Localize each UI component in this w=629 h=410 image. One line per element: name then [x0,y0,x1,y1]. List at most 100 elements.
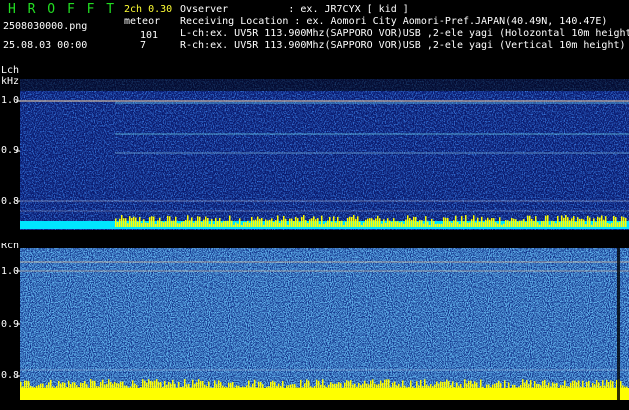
lch-signal-bar [397,221,399,227]
rch-signal-bar [232,382,234,390]
lch-signal-bar [581,218,583,227]
lch-signal-bar [567,217,569,227]
rch-signal-bar [474,381,476,390]
rch-signal-bar [352,384,354,390]
lch-signal-bar [493,218,495,227]
rch-signal-bar [178,381,180,390]
rch-signal-bar [622,385,624,390]
lch-signal-bar [571,218,573,227]
rch-signal-bar [196,382,198,390]
lch-signal-bar [443,217,445,227]
rch-signal-bar [462,387,464,390]
lch-signal-bar [381,223,383,227]
rch-signal-bar [456,382,458,390]
lch-signal-bar [451,222,453,227]
lch-signal-bar [597,216,599,227]
rch-signal-bar [520,385,522,390]
rch-signal-bar [458,385,460,390]
rch-signal-bar [20,381,22,390]
rch-signal-bar [432,386,434,390]
lch-signal-bar [575,221,577,227]
rch-signal-bar [132,380,134,390]
lch-signal-bar [337,216,339,227]
lch-signal-bar [375,218,377,227]
lch-signal-bar [327,220,329,227]
lch-signal-bar [335,222,337,227]
rch-signal-bar [254,379,256,390]
rch-signal-bar [142,379,144,390]
rch-signal-bar [430,384,432,390]
lch-signal-bar [183,221,185,227]
lch-signal-bar [177,223,179,227]
lch-signal-bar [573,216,575,227]
lch-signal-bar [229,215,231,227]
rch-signal-bar [230,382,232,390]
rch-signal-bar [48,382,50,390]
rch-signal-bar [220,382,222,390]
rch-signal-bar [90,379,92,390]
lch-signal-bar [427,221,429,227]
rch-signal-bar [86,384,88,390]
lch-signal-bar [117,221,119,227]
rch-signal-bar [248,380,250,390]
lch-signal-bar [609,223,611,227]
lch-signal-bar [153,216,155,227]
lch-signal-bar [535,216,537,227]
lch-signal-bar [431,218,433,227]
rch-signal-bar [126,385,128,390]
rch-signal-bar [76,385,78,390]
rch-signal-bar [558,387,560,390]
rch-signal-bar [570,382,572,390]
rch-signal-bar [168,381,170,390]
rch-signal-bar [544,379,546,390]
rch-signal-bar [534,380,536,390]
rch-signal-bar [134,383,136,390]
lch-signal-bar [625,218,627,227]
rch-signal-bar [176,387,178,390]
lch-signal-bar [365,219,367,227]
rch-signal-bar [486,384,488,390]
rch-signal-bar [106,383,108,390]
lch-signal-bar [181,221,183,227]
rch-signal-bar [194,384,196,390]
rch-signal-bar [516,387,518,390]
rch-signal-bar [120,381,122,390]
rch-signal-bar [542,380,544,390]
lch-signal-bar [309,219,311,227]
rch-signal-bar [320,384,322,390]
lch-signal-bar [247,220,249,227]
rch-signal-bar [148,379,150,390]
lch-signal-bar [521,220,523,227]
lch-signal-bar [551,220,553,227]
rch-signal-bar [464,379,466,390]
lch-signal-bar [537,222,539,227]
rch-signal-bar [490,387,492,390]
rch-signal-bar [448,381,450,390]
lch-signal-bar [619,221,621,227]
rch-signal-bar [270,381,272,390]
rch-signal-bar [282,381,284,390]
rch-signal-bar [286,385,288,390]
rch-signal-bar [36,385,38,390]
lch-signal-bar [615,217,617,227]
rch-signal-bar [580,386,582,390]
lch-signal-bar [593,218,595,227]
lch-signal-bar [235,222,237,227]
rch-signal-bar [466,383,468,390]
rch-signal-bar [42,383,44,390]
lch-signal-bar [163,222,165,227]
rch-signal-bar [368,384,370,390]
rch-signal-bar [400,386,402,390]
rch-signal-bar [336,383,338,390]
rch-signal-bar [372,379,374,390]
rch-signal-bar [332,383,334,390]
lch-signal-bar [367,218,369,227]
lch-signal-bar [559,222,561,227]
rch-signal-bar [494,383,496,390]
lch-signal-bar [545,215,547,227]
rch-signal-bar [370,380,372,390]
rch-signal-bar [528,384,530,390]
lch-signal-bar [407,215,409,227]
rch-signal-bar [136,385,138,390]
rch-signal-bar [496,382,498,390]
